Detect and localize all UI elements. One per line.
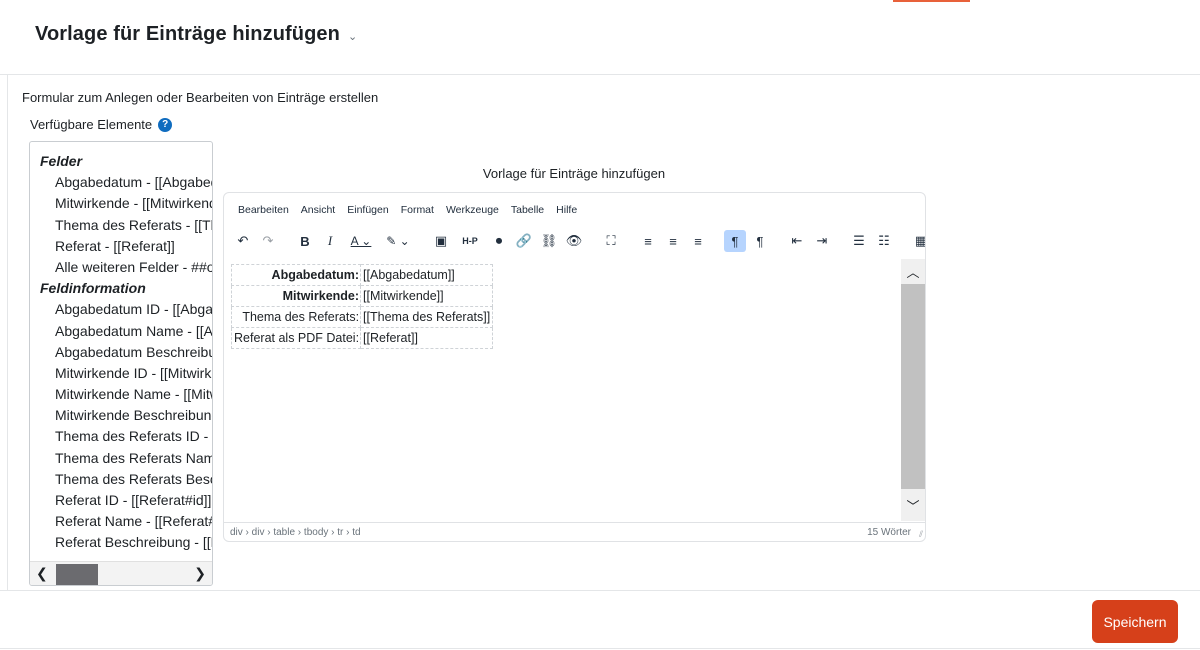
field-item[interactable]: Mitwirkende - [[Mitwirkende]]	[40, 193, 212, 214]
h5p-icon[interactable]: H-P	[455, 230, 485, 252]
editor-caption: Vorlage für Einträge hinzufügen	[482, 166, 666, 181]
horizontal-scrollbar[interactable]: ❮ ❯	[30, 561, 212, 585]
audio-icon[interactable]: ⏺	[488, 230, 510, 252]
indent-icon[interactable]: ⇥	[811, 230, 833, 252]
template-label-cell[interactable]: Mitwirkende:	[230, 285, 362, 307]
editor-toolbar: ↶ ↷ B I A ⌄ ✎ ⌄ ▣ H-P ⏺ 🔗 ⛓ 👁 ⛶ ≡ ≡ ≡ ¶ ¶ ⇤ ⇥ ☰ ☷ ▦	[232, 229, 925, 253]
table-row: Abgabedatum: [[Abgabedatum]]	[230, 264, 494, 286]
page-header: Vorlage für Einträge hinzufügen ⌄	[0, 0, 1200, 75]
help-icon[interactable]: ?	[158, 117, 173, 132]
template-label-cell[interactable]: Referat als PDF Datei:	[230, 327, 362, 349]
unlink-icon[interactable]: ⛓	[538, 230, 560, 252]
scrollbar-thumb[interactable]	[901, 284, 925, 489]
page-title-dropdown[interactable]: Vorlage für Einträge hinzufügen ⌄	[35, 23, 357, 46]
divider	[7, 75, 8, 590]
field-item[interactable]: Thema des Referats - [[Thema des Referat…	[40, 215, 212, 236]
field-item[interactable]: Abgabedatum ID - [[Abgabedatum#id]]	[40, 299, 212, 320]
field-item[interactable]: Referat Name - [[Referat#name]]	[40, 511, 212, 532]
template-table: Abgabedatum: [[Abgabedatum]] Mitwirkende:[…	[230, 264, 494, 349]
fullscreen-icon[interactable]: ⛶	[600, 230, 622, 252]
page-title: Vorlage für Einträge hinzufügen	[35, 23, 340, 45]
available-elements-label: Verfügbare Elemente ?	[30, 117, 173, 132]
element-path[interactable]: div › div › table › tbody › tr › td	[230, 527, 361, 538]
calculator-icon[interactable]: ▦	[910, 230, 925, 252]
divider	[0, 648, 1200, 649]
template-label-cell[interactable]: Abgabedatum:	[230, 264, 362, 286]
field-item[interactable]: Referat - [[Referat]]	[40, 236, 212, 257]
field-item[interactable]: Mitwirkende ID - [[Mitwirkende#id]]	[40, 363, 212, 384]
template-value-cell[interactable]: [[Abgabedatum]]	[360, 264, 494, 286]
link-icon[interactable]: 🔗	[513, 230, 535, 252]
vertical-scrollbar[interactable]: ︿ ﹀	[901, 259, 925, 521]
editor-menubar: Bearbeiten Ansicht Einfügen Format Werkzeuge…	[232, 204, 583, 216]
field-item[interactable]: Abgabedatum - [[Abgabedatum]]	[40, 172, 212, 193]
menu-item-ansicht[interactable]: Ansicht	[295, 204, 341, 216]
scroll-right-icon[interactable]: ❯	[194, 565, 206, 582]
table-row: Thema des Referats: [[Thema des Referats]…	[230, 306, 494, 328]
field-item[interactable]: Referat Beschreibung - [[Referat#descrip…	[40, 532, 212, 553]
fields-list-content: FelderAbgabedatum - [[Abgabedatum]]Mitwi…	[40, 151, 212, 554]
bold-icon[interactable]: B	[294, 230, 316, 252]
rtl-icon[interactable]: ¶	[749, 230, 771, 252]
field-item[interactable]: Abgabedatum Beschreibung - [[Abgabedatum…	[40, 342, 212, 363]
field-item[interactable]: Thema des Referats Beschreibung - [[Them…	[40, 469, 212, 490]
template-value-cell[interactable]: [[Referat]]	[360, 327, 494, 349]
align-center-icon[interactable]: ≡	[662, 230, 684, 252]
numbered-list-icon[interactable]: ☷	[873, 230, 895, 252]
align-left-icon[interactable]: ≡	[637, 230, 659, 252]
media-icon[interactable]: ▣	[430, 230, 452, 252]
field-item[interactable]: Alle weiteren Felder - ##otherfields##	[40, 257, 212, 278]
scroll-up-icon[interactable]: ︿	[901, 262, 925, 284]
bullet-list-icon[interactable]: ☰	[848, 230, 870, 252]
menu-item-format[interactable]: Format	[395, 204, 440, 216]
menu-item-werkzeuge[interactable]: Werkzeuge	[440, 204, 505, 216]
field-item[interactable]: Mitwirkende Name - [[Mitwirkende#name]]	[40, 384, 212, 405]
field-group-title: Feldinformation	[40, 280, 146, 297]
word-count[interactable]: 15 Wörter	[867, 527, 911, 538]
align-right-icon[interactable]: ≡	[687, 230, 709, 252]
editor-statusbar: div › div › table › tbody › tr › td 15 W…	[224, 522, 925, 541]
redo-icon[interactable]: ↷	[257, 230, 279, 252]
template-label-cell[interactable]: Thema des Referats:	[230, 306, 362, 328]
available-fields-list[interactable]: FelderAbgabedatum - [[Abgabedatum]]Mitwi…	[29, 141, 213, 586]
table-row: Mitwirkende: [[Mitwirkende]]	[230, 285, 494, 307]
field-item[interactable]: Mitwirkende Beschreibung - [[Mitwirkende…	[40, 405, 212, 426]
scrollbar-thumb[interactable]	[56, 564, 98, 585]
field-item[interactable]: Thema des Referats ID - [[Thema des Refe…	[40, 426, 212, 447]
template-value-cell[interactable]: [[Thema des Referats]]	[360, 306, 494, 328]
table-row: Referat als PDF Datei: [[Referat]]	[230, 327, 494, 349]
page-footer: Speichern	[0, 590, 1200, 650]
rich-text-editor: Bearbeiten Ansicht Einfügen Format Werkzeuge…	[223, 192, 926, 542]
outdent-icon[interactable]: ⇤	[786, 230, 808, 252]
menu-item-tabelle[interactable]: Tabelle	[505, 204, 550, 216]
field-item[interactable]: Thema des Referats Name - [[Thema des Re…	[40, 448, 212, 469]
chevron-down-icon: ⌄	[347, 31, 358, 43]
italic-icon[interactable]: I	[319, 230, 341, 252]
save-button[interactable]: Speichern	[1092, 600, 1178, 643]
field-item[interactable]: Abgabedatum Name - [[Abgabedatum#name]]	[40, 321, 212, 342]
scroll-left-icon[interactable]: ❮	[36, 565, 48, 582]
menu-item-bearbeiten[interactable]: Bearbeiten	[232, 204, 295, 216]
form-description: Formular zum Anlegen oder Bearbeiten von…	[22, 90, 379, 105]
menu-item-hilfe[interactable]: Hilfe	[550, 204, 583, 216]
ltr-icon[interactable]: ¶	[724, 230, 746, 252]
field-group-title: Felder	[40, 153, 83, 169]
resize-handle-icon[interactable]: ⫽	[919, 529, 923, 540]
preview-icon[interactable]: 👁	[563, 230, 585, 252]
field-item[interactable]: Referat ID - [[Referat#id]]	[40, 490, 212, 511]
editor-content[interactable]: Abgabedatum: [[Abgabedatum]] Mitwirkende:[…	[225, 259, 902, 521]
undo-icon[interactable]: ↶	[232, 230, 254, 252]
menu-item-einfügen[interactable]: Einfügen	[341, 204, 394, 216]
scroll-down-icon[interactable]: ﹀	[901, 496, 925, 518]
template-value-cell[interactable]: [[Mitwirkende]]	[360, 285, 494, 307]
highlight-icon[interactable]: ✎ ⌄	[381, 230, 415, 252]
text-color-icon[interactable]: A ⌄	[344, 230, 378, 252]
available-elements-text: Verfügbare Elemente	[30, 117, 153, 132]
